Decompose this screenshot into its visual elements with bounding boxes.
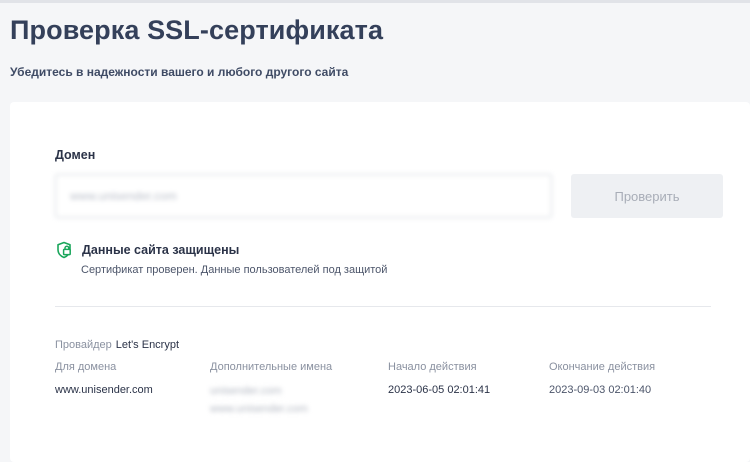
alt-name-item: unisender.com [210,385,282,397]
domain-input[interactable] [55,174,552,218]
column-header-start: Начало действия [388,361,477,373]
provider-line: Провайдер Let's Encrypt [55,339,179,351]
alt-names-list: unisender.com www.unisender.com [210,382,308,418]
check-button[interactable]: Проверить [571,174,723,218]
provider-value: Let's Encrypt [115,339,180,351]
status-description: Сертификат проверен. Данные пользователе… [81,264,388,276]
column-header-domain: Для домена [55,361,117,373]
provider-label: Провайдер [55,339,112,351]
status-title: Данные сайта защищены [82,243,240,257]
divider [55,306,711,307]
shield-lock-icon [57,241,71,259]
top-border [0,0,750,3]
certificate-start-date: 2023-06-05 02:01:41 [388,384,491,396]
page-title: Проверка SSL-сертификата [10,15,384,45]
page-subtitle: Убедитесь в надежности вашего и любого д… [10,65,349,79]
certificate-domain: www.unisender.com [55,384,153,396]
domain-field-label: Домен [55,148,96,162]
column-header-alt-names: Дополнительные имена [210,361,333,373]
certificate-end-date: 2023-09-03 02:01:40 [549,384,652,396]
column-header-end: Окончание действия [549,361,656,373]
ssl-check-card [10,102,750,462]
alt-name-item: www.unisender.com [210,403,308,415]
